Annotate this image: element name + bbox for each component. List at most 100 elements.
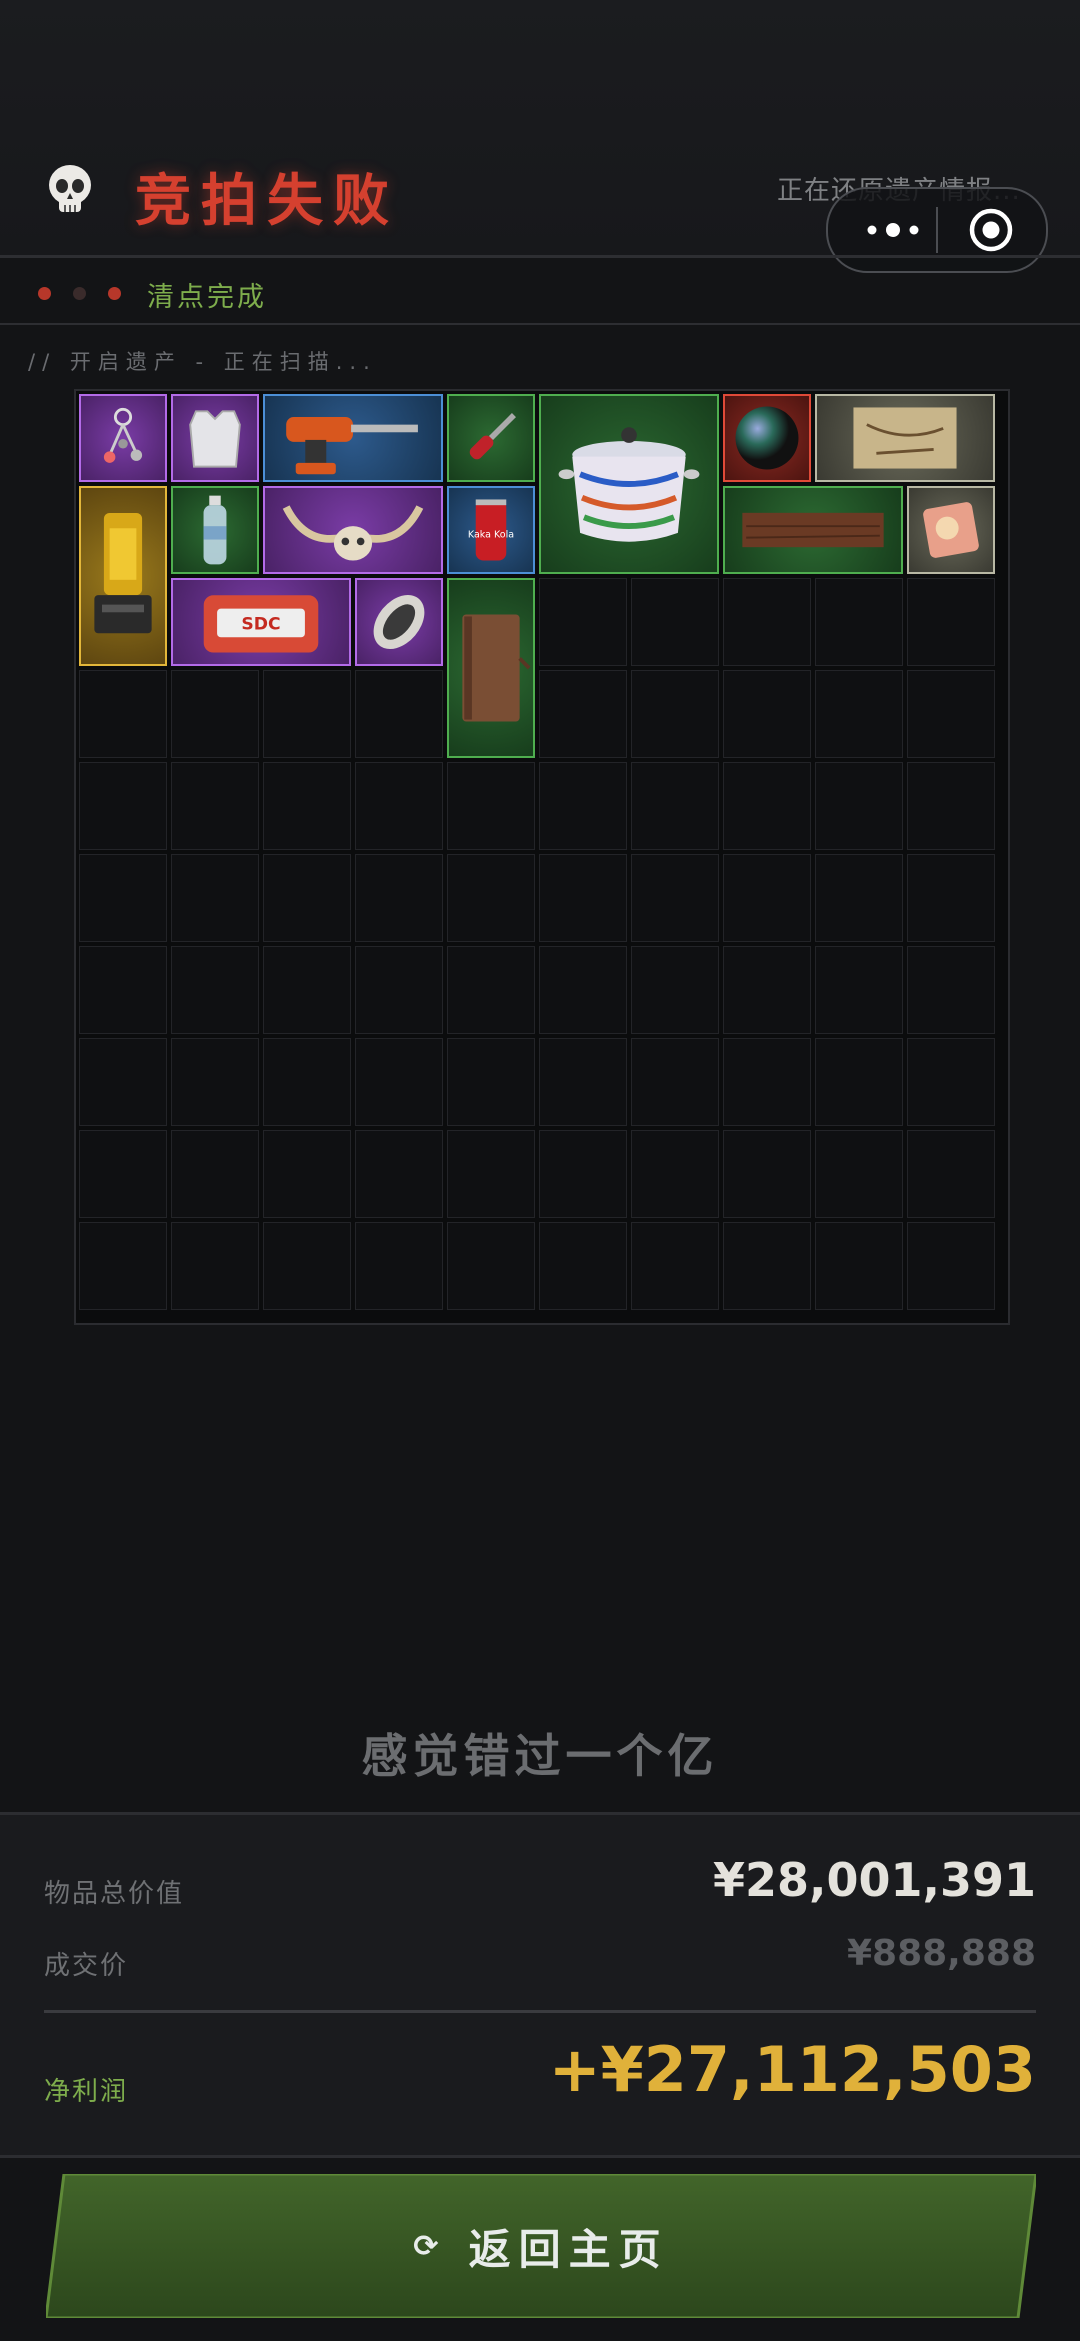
return-home-label: 返回主页 <box>468 2224 669 2274</box>
item-screwdriver[interactable] <box>447 394 535 482</box>
item-food-pack[interactable] <box>907 486 995 574</box>
item-gold-machine[interactable] <box>79 486 167 666</box>
item-water-bottle[interactable] <box>171 486 259 574</box>
more-dots-icon[interactable] <box>858 215 928 245</box>
quip-text: 感觉错过一个亿 <box>361 1729 719 1783</box>
inventory-slot <box>79 762 167 850</box>
inventory-slot <box>171 1130 259 1218</box>
inventory-slot <box>631 762 719 850</box>
inventory-slot <box>631 670 719 758</box>
inventory-slot <box>815 1222 903 1310</box>
item-ornate-egg[interactable] <box>355 578 443 666</box>
status-text: 清点完成 <box>147 282 267 313</box>
status-bar: 清点完成 <box>0 262 1080 324</box>
inventory-slot <box>263 1222 351 1310</box>
inventory-slot <box>907 1038 995 1126</box>
old-map-icon <box>853 407 957 469</box>
inventory-slot <box>815 762 903 850</box>
inventory-slot <box>447 1222 535 1310</box>
inventory-slot <box>723 1130 811 1218</box>
inventory-slot <box>263 946 351 1034</box>
item-leather-journal[interactable] <box>447 578 535 758</box>
inventory-slot <box>447 762 535 850</box>
inventory-slot <box>631 1038 719 1126</box>
inventory-slot <box>447 1038 535 1126</box>
inventory-slot <box>907 946 995 1034</box>
total-value: ¥28,001,391 <box>712 1853 1036 1907</box>
inventory-slot <box>723 946 811 1034</box>
inventory-slot <box>723 1038 811 1126</box>
sdc-device-icon: SDC <box>203 595 319 653</box>
inventory-slot <box>355 670 443 758</box>
inventory-slot <box>723 762 811 850</box>
inventory-slot <box>263 762 351 850</box>
inventory-slot <box>631 578 719 666</box>
inventory-slot <box>539 946 627 1034</box>
status-led-1 <box>38 287 51 300</box>
food-pack-icon <box>923 502 979 558</box>
capsule-divider <box>936 207 938 253</box>
inventory-slot <box>631 1130 719 1218</box>
inventory-grid: Kaka Kola SDC <box>74 389 1010 1325</box>
inventory-slot <box>171 1038 259 1126</box>
refresh-icon: ⟳ <box>413 2228 447 2264</box>
miniapp-capsule <box>826 187 1048 273</box>
inventory-slot <box>631 854 719 942</box>
inventory-slot <box>79 946 167 1034</box>
inventory-slot <box>355 946 443 1034</box>
horned-skull-icon <box>282 505 424 561</box>
inventory-slot <box>355 762 443 850</box>
inventory-slot <box>355 854 443 942</box>
inventory-slot <box>907 762 995 850</box>
inventory-slot <box>79 1038 167 1126</box>
inventory-slot <box>539 1038 627 1126</box>
inventory-slot <box>263 1130 351 1218</box>
leather-journal-icon <box>462 614 531 722</box>
item-glass-orb[interactable] <box>723 394 811 482</box>
scan-text: // 开启遗产 - 正在扫描... <box>28 350 377 374</box>
wooden-plank-icon <box>742 512 884 548</box>
inventory-slot <box>171 946 259 1034</box>
inventory-slot <box>539 762 627 850</box>
summary-panel: 物品总价值 ¥28,001,391 成交价 ¥888,888 净利润 +¥27,… <box>0 1812 1080 2158</box>
item-ceramic-pot[interactable] <box>539 394 719 574</box>
skull-icon <box>49 165 91 212</box>
inventory-slot <box>171 1222 259 1310</box>
svg-text:Kaka Kola: Kaka Kola <box>468 530 514 541</box>
inventory-slot <box>907 1222 995 1310</box>
inventory-slot <box>723 670 811 758</box>
inventory-slot <box>815 1038 903 1126</box>
item-body-armor[interactable] <box>171 394 259 482</box>
keychain-icon <box>103 407 143 463</box>
inventory-slot <box>907 854 995 942</box>
inventory-slot <box>79 1130 167 1218</box>
inventory-slot <box>815 854 903 942</box>
price-label: 成交价 <box>44 1951 129 1981</box>
item-wooden-plank[interactable] <box>723 486 903 574</box>
inventory-slot <box>631 946 719 1034</box>
inventory-slot <box>263 670 351 758</box>
target-close-icon[interactable] <box>968 207 1014 253</box>
inventory-slot <box>815 670 903 758</box>
item-sdc-device[interactable]: SDC <box>171 578 351 666</box>
inventory-slot <box>355 1222 443 1310</box>
return-home-button[interactable]: ⟳ 返回主页 <box>46 2174 1036 2318</box>
item-cola-can[interactable]: Kaka Kola <box>447 486 535 574</box>
inventory-slot <box>539 578 627 666</box>
inventory-slot <box>539 1222 627 1310</box>
glass-orb-icon <box>735 406 799 470</box>
inventory-slot <box>723 854 811 942</box>
status-led-3 <box>108 287 121 300</box>
header-divider <box>0 255 1080 258</box>
item-keychain[interactable] <box>79 394 167 482</box>
inventory-slot <box>907 670 995 758</box>
inventory-slot <box>907 1130 995 1218</box>
inventory-slot <box>815 578 903 666</box>
svg-text:SDC: SDC <box>241 615 280 635</box>
inventory-slot <box>79 854 167 942</box>
item-horned-skull[interactable] <box>263 486 443 574</box>
item-power-drill[interactable] <box>263 394 443 482</box>
cola-can-icon: Kaka Kola <box>468 499 514 561</box>
item-old-map[interactable] <box>815 394 995 482</box>
inventory-slot <box>723 578 811 666</box>
